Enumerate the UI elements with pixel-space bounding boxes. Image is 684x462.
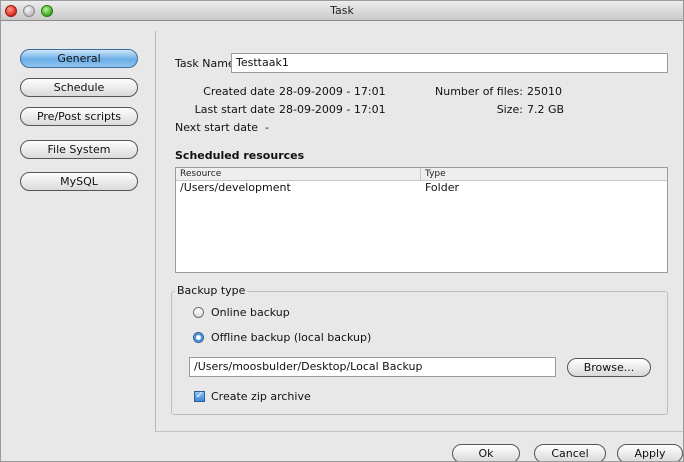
sidebar-item-schedule[interactable]: Schedule [20, 78, 138, 97]
last-start-date-label: Last start date [194, 103, 275, 116]
resources-table[interactable]: Resource Type /Users/development Folder [175, 167, 668, 273]
offline-backup-label[interactable]: Offline backup (local backup) [211, 331, 371, 344]
sidebar-item-pre-post-scripts[interactable]: Pre/Post scripts [20, 107, 138, 126]
sidebar-item-file-system[interactable]: File System [20, 140, 138, 159]
column-header-type[interactable]: Type [425, 168, 446, 180]
scheduled-resources-heading: Scheduled resources [175, 149, 305, 162]
last-start-date-value: 28-09-2009 - 17:01 [279, 103, 386, 116]
task-name-input[interactable]: Testtaak1 [231, 53, 668, 73]
resources-table-header: Resource Type [176, 168, 667, 181]
online-backup-radio[interactable] [193, 307, 204, 318]
footer-divider [155, 431, 683, 432]
ok-button[interactable]: Ok [452, 444, 520, 461]
title-bar[interactable]: Task [1, 1, 683, 21]
checkmark-icon: ✓ [195, 391, 204, 401]
task-name-label: Task Name [175, 57, 235, 70]
next-start-date-value: - [265, 121, 269, 134]
create-zip-label[interactable]: Create zip archive [211, 390, 311, 403]
offline-backup-radio[interactable] [193, 332, 204, 343]
size-value: 7.2 GB [527, 103, 565, 116]
task-window: Task General Schedule Pre/Post scripts F… [0, 0, 684, 462]
backup-path-input[interactable]: /Users/moosbulder/Desktop/Local Backup [189, 357, 556, 377]
sidebar-divider [155, 31, 156, 431]
backup-type-legend: Backup type [175, 284, 248, 297]
column-header-resource[interactable]: Resource [180, 168, 221, 180]
number-of-files-label: Number of files: [435, 85, 523, 98]
cancel-button[interactable]: Cancel [534, 444, 606, 461]
window-title: Task [330, 4, 354, 17]
created-date-value: 28-09-2009 - 17:01 [279, 85, 386, 98]
table-row[interactable]: /Users/development Folder [176, 181, 667, 194]
resource-cell: /Users/development [180, 181, 291, 194]
size-label: Size: [496, 103, 523, 116]
number-of-files-value: 25010 [527, 85, 562, 98]
online-backup-label[interactable]: Online backup [211, 306, 290, 319]
column-separator [420, 168, 421, 180]
sidebar-item-mysql[interactable]: MySQL [20, 172, 138, 191]
browse-button[interactable]: Browse... [567, 358, 651, 377]
next-start-date-label: Next start date [175, 121, 259, 134]
create-zip-checkbox[interactable]: ✓ [194, 391, 205, 402]
apply-button[interactable]: Apply [617, 444, 683, 461]
sidebar-item-general[interactable]: General [20, 49, 138, 68]
type-cell: Folder [425, 181, 459, 194]
created-date-label: Created date [203, 85, 275, 98]
